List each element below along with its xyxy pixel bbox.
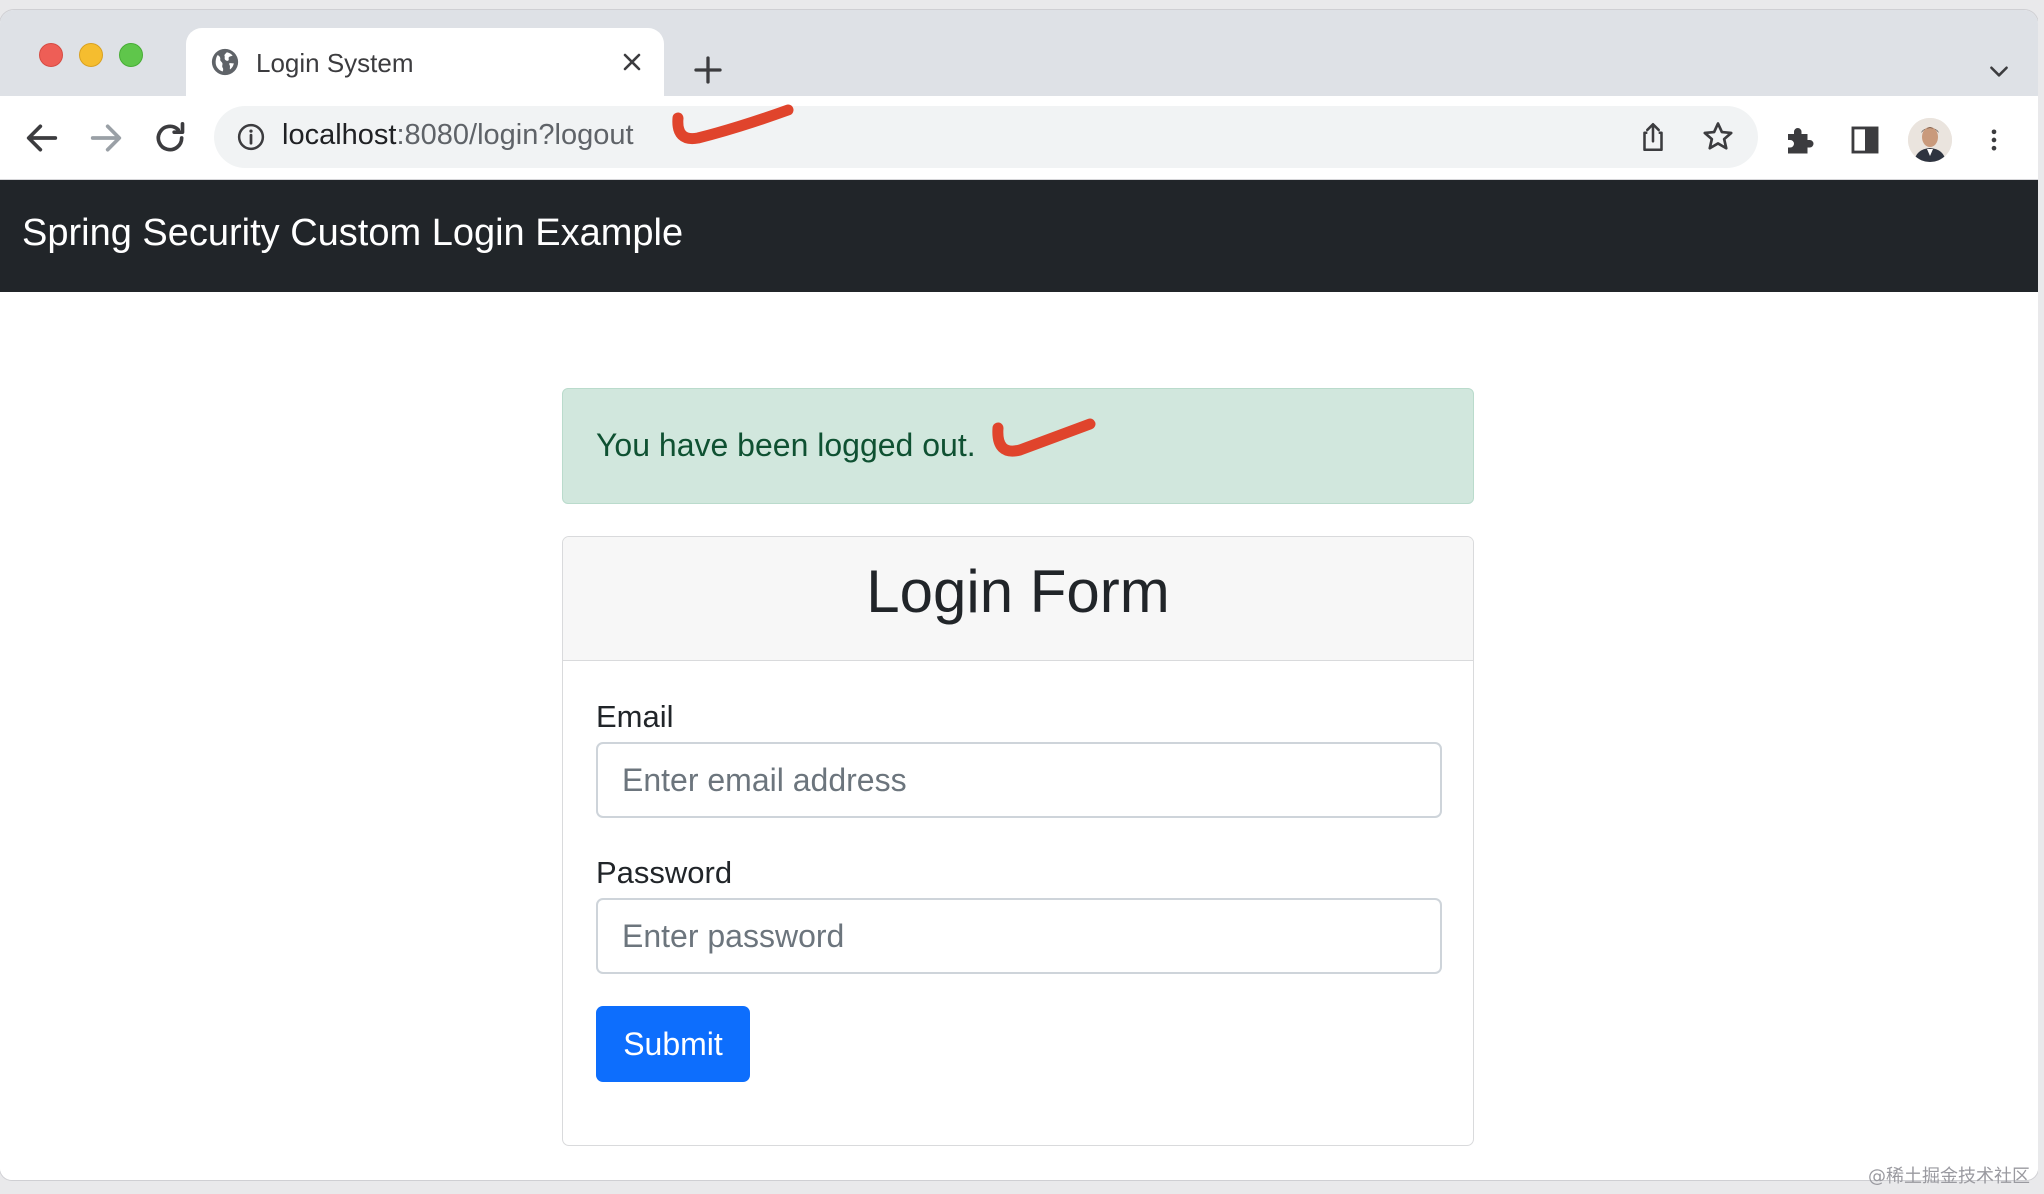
email-label: Email bbox=[596, 699, 674, 734]
tab-title: Login System bbox=[256, 48, 414, 78]
alert-message: You have been logged out. bbox=[596, 427, 976, 463]
tab-bar: Login System bbox=[0, 10, 2038, 98]
submit-button[interactable]: Submit bbox=[596, 1006, 750, 1082]
address-bar[interactable]: localhost:8080/login?logout bbox=[214, 106, 1758, 168]
card-header: Login Form bbox=[563, 537, 1473, 661]
navbar: Spring Security Custom Login Example bbox=[0, 180, 2038, 292]
plus-icon[interactable] bbox=[690, 52, 726, 88]
star-icon[interactable] bbox=[1700, 119, 1736, 155]
chevron-down-icon[interactable] bbox=[1986, 58, 2012, 84]
email-field[interactable] bbox=[596, 742, 1442, 818]
url-host: localhost bbox=[282, 119, 397, 151]
check-mark-annotation-url bbox=[672, 104, 794, 145]
check-mark-annotation-alert bbox=[992, 418, 1096, 457]
more-vertical-icon[interactable] bbox=[1980, 122, 2008, 158]
window-edge bbox=[2038, 0, 2044, 1194]
puzzle-icon[interactable] bbox=[1782, 122, 1818, 158]
minimize-window-button[interactable] bbox=[79, 43, 103, 67]
browser-toolbar: localhost:8080/login?logout bbox=[0, 98, 2038, 180]
arrow-left-icon[interactable] bbox=[22, 118, 62, 158]
reload-icon[interactable] bbox=[150, 118, 190, 158]
password-field[interactable] bbox=[596, 898, 1442, 974]
navbar-brand[interactable]: Spring Security Custom Login Example bbox=[22, 212, 683, 255]
side-panel-icon[interactable] bbox=[1848, 123, 1882, 157]
close-window-button[interactable] bbox=[39, 43, 63, 67]
page-content: Spring Security Custom Login Example You… bbox=[0, 180, 2038, 1180]
watermark: @稀土掘金技术社区 bbox=[1868, 1166, 2030, 1187]
url-text[interactable]: localhost:8080/login?logout bbox=[282, 119, 634, 152]
globe-icon bbox=[211, 48, 239, 76]
close-icon[interactable] bbox=[618, 48, 646, 76]
info-icon[interactable] bbox=[236, 122, 266, 152]
url-path: :8080/login?logout bbox=[396, 119, 634, 151]
password-label: Password bbox=[596, 855, 733, 890]
avatar-icon[interactable] bbox=[1908, 118, 1952, 162]
share-icon[interactable] bbox=[1636, 120, 1670, 154]
arrow-right-icon[interactable] bbox=[86, 118, 126, 158]
tab-login-system[interactable]: Login System bbox=[186, 28, 664, 98]
login-card: Login Form Email Password Submit bbox=[562, 536, 1474, 1146]
maximize-window-button[interactable] bbox=[119, 43, 143, 67]
browser-window: Login System localhost:8080/login?logout… bbox=[0, 10, 2038, 1180]
login-form-title: Login Form bbox=[866, 558, 1170, 625]
